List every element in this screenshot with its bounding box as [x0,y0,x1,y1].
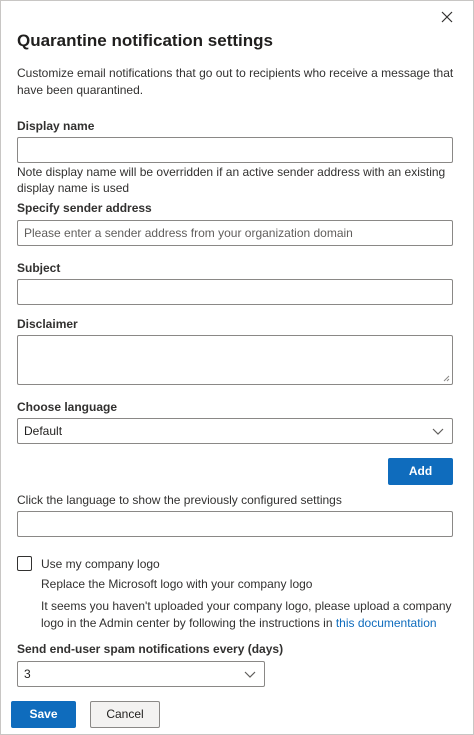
configured-language-hint: Click the language to show the previousl… [17,493,342,507]
add-language-button[interactable]: Add [388,458,453,485]
frequency-dropdown[interactable]: 3 [17,661,265,687]
subject-input[interactable] [17,279,453,305]
configured-languages-box[interactable] [17,511,453,537]
display-name-label: Display name [17,119,95,133]
frequency-label: Send end-user spam notifications every (… [17,642,284,656]
close-icon[interactable] [439,9,455,25]
frequency-selected: 3 [24,667,31,681]
chevron-down-icon [432,428,444,435]
display-name-input[interactable] [17,137,453,163]
subject-label: Subject [17,261,61,275]
quarantine-settings-panel: Quarantine notification settings Customi… [0,0,474,735]
cancel-button[interactable]: Cancel [90,701,160,728]
disclaimer-textarea[interactable] [17,335,453,385]
upload-logo-text: It seems you haven't uploaded your compa… [41,598,461,632]
choose-language-label: Choose language [17,400,118,414]
dialog-description: Customize email notifications that go ou… [17,66,454,97]
page-title: Quarantine notification settings [17,31,273,50]
company-logo-checkbox[interactable] [17,556,32,571]
company-logo-label: Use my company logo [41,557,160,571]
language-selected: Default [24,424,63,438]
save-button[interactable]: Save [11,701,76,728]
resize-grip-icon[interactable] [442,374,450,382]
documentation-link[interactable]: this documentation [336,616,437,630]
language-dropdown[interactable]: Default [17,418,453,444]
replace-logo-text: Replace the Microsoft logo with your com… [41,577,313,591]
chevron-down-icon [244,671,256,678]
sender-address-label: Specify sender address [17,201,152,215]
sender-address-input[interactable]: Please enter a sender address from your … [17,220,453,246]
display-name-note: Note display name will be overridden if … [17,165,446,195]
disclaimer-label: Disclaimer [17,317,78,331]
